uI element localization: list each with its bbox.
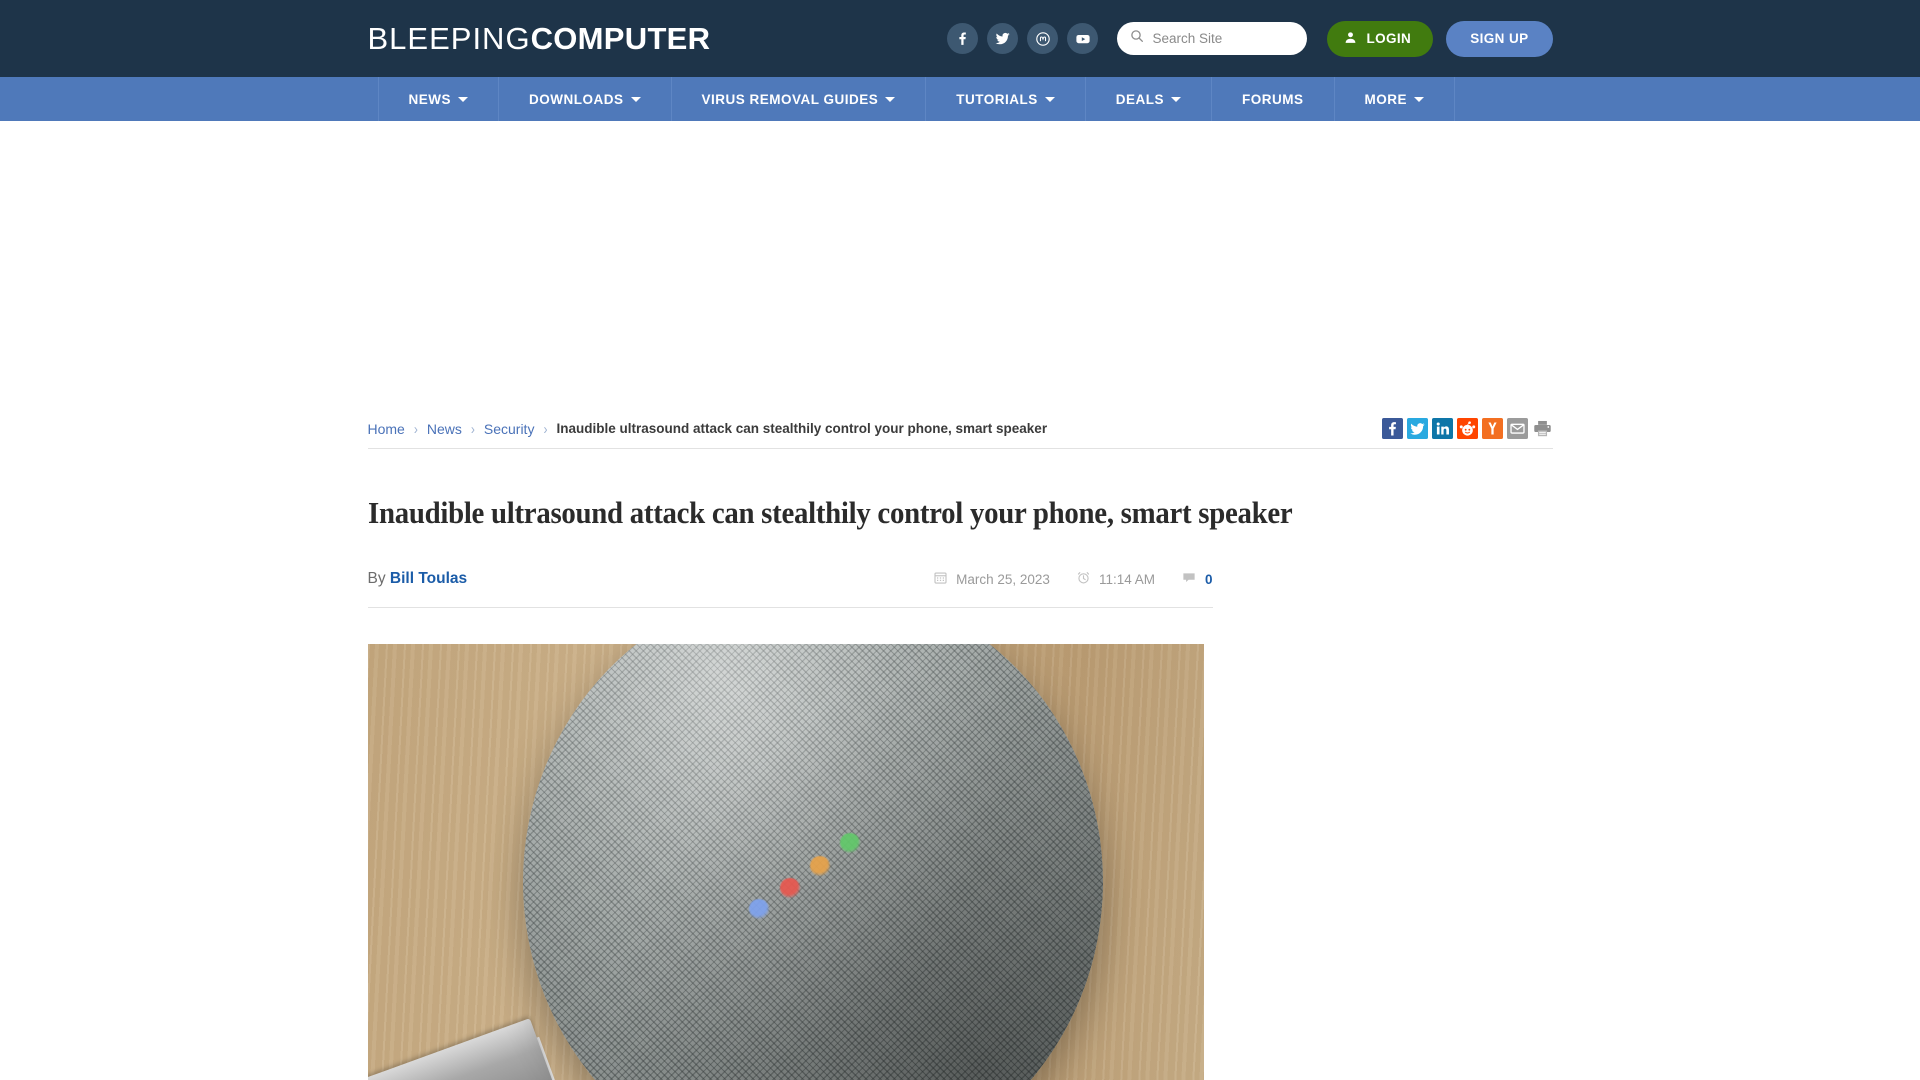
user-icon <box>1343 30 1358 48</box>
breadcrumb-link-news[interactable]: News <box>427 421 462 437</box>
social-links <box>947 23 1099 54</box>
nav-item-forums[interactable]: FORUMS <box>1211 77 1334 121</box>
breadcrumb-link-security[interactable]: Security <box>484 421 535 437</box>
nav-item-label: FORUMS <box>1242 91 1304 107</box>
signup-button[interactable]: SIGN UP <box>1446 20 1553 57</box>
publish-date-text: March 25, 2023 <box>956 571 1050 587</box>
nav-item-label: TUTORIALS <box>956 91 1038 107</box>
facebook-icon[interactable] <box>947 23 979 54</box>
login-button[interactable]: LOGIN <box>1327 20 1434 57</box>
nav-item-label: DOWNLOADS <box>529 91 624 107</box>
page-title: Inaudible ultrasound attack can stealthi… <box>367 495 1293 530</box>
publish-time-text: 11:14 AM <box>1098 571 1155 587</box>
comment-count[interactable]: 0 <box>1181 570 1213 588</box>
mastodon-icon[interactable] <box>1027 23 1059 54</box>
nav-item-tutorials[interactable]: TUTORIALS <box>925 77 1085 121</box>
speaker-led-2 <box>779 878 800 898</box>
share-hackernews-icon[interactable] <box>1481 418 1503 439</box>
advertisement-slot <box>0 121 1920 411</box>
nav-item-downloads[interactable]: DOWNLOADS <box>498 77 671 121</box>
speaker-led-0 <box>839 833 860 853</box>
site-logo[interactable]: BLEEPINGCOMPUTER <box>368 21 711 57</box>
youtube-icon[interactable] <box>1067 23 1099 54</box>
share-email-icon[interactable] <box>1506 418 1528 439</box>
byline-prefix: By <box>367 570 386 587</box>
article-byline-row: By Bill Toulas March 25, 2023 11:14 AM 0 <box>367 570 1213 608</box>
breadcrumb-link-home[interactable]: Home <box>368 421 405 437</box>
signup-button-label: SIGN UP <box>1470 31 1529 46</box>
chevron-down-icon <box>1171 96 1182 102</box>
breadcrumb-separator: › <box>470 419 475 438</box>
breadcrumb-separator: › <box>413 419 418 438</box>
nav-item-label: VIRUS REMOVAL GUIDES <box>701 91 879 107</box>
nav-item-deals[interactable]: DEALS <box>1084 77 1211 121</box>
share-reddit-icon[interactable] <box>1456 418 1478 439</box>
search-box[interactable] <box>1117 22 1308 55</box>
logo-text-bold: COMPUTER <box>530 20 711 56</box>
calendar-icon <box>933 570 948 588</box>
article-meta: March 25, 2023 11:14 AM 0 <box>933 570 1213 588</box>
clock-icon <box>1076 570 1091 588</box>
search-input[interactable] <box>1152 31 1296 46</box>
byline: By Bill Toulas <box>368 570 468 588</box>
nav-item-label: DEALS <box>1115 91 1165 107</box>
breadcrumb: Home › News › Security › Inaudible ultrasound … <box>368 419 1048 438</box>
nav-item-more[interactable]: MORE <box>1333 77 1456 121</box>
chevron-down-icon <box>458 96 468 102</box>
logo-text-light: BLEEPING <box>367 20 531 56</box>
nav-item-news[interactable]: NEWS <box>377 77 499 121</box>
share-buttons <box>1381 418 1553 439</box>
nav-item-virus-removal-guides[interactable]: VIRUS REMOVAL GUIDES <box>670 77 926 121</box>
breadcrumb-separator: › <box>543 419 548 438</box>
comment-icon <box>1181 570 1197 588</box>
publish-time: 11:14 AM <box>1076 570 1155 588</box>
chevron-down-icon <box>885 96 896 102</box>
nav-item-label: MORE <box>1364 91 1408 107</box>
breadcrumb-row: Home › News › Security › Inaudible ultrasound … <box>367 411 1553 449</box>
speaker-led-1 <box>809 856 830 876</box>
publish-date: March 25, 2023 <box>933 570 1050 588</box>
article-hero-image <box>367 644 1204 1080</box>
share-print-icon[interactable] <box>1532 418 1553 439</box>
article-container: Home › News › Security › Inaudible ultrasound … <box>367 411 1553 1080</box>
page-root: BLEEPINGCOMPUTER Search Site LOGIN SIGN … <box>0 0 1920 1080</box>
share-twitter-icon[interactable] <box>1406 418 1428 439</box>
speaker-led-3 <box>748 899 769 919</box>
chevron-down-icon <box>630 96 641 102</box>
comment-count-text[interactable]: 0 <box>1205 572 1213 587</box>
share-facebook-icon[interactable] <box>1381 418 1403 439</box>
chevron-down-icon <box>1044 96 1055 102</box>
header-right-group: LOGIN SIGN UP <box>947 20 1553 57</box>
author-link[interactable]: Bill Toulas <box>390 570 467 587</box>
breadcrumb-current: Inaudible ultrasound attack can stealthi… <box>556 421 1048 436</box>
twitter-icon[interactable] <box>987 23 1019 54</box>
login-button-label: LOGIN <box>1366 31 1412 46</box>
search-icon <box>1129 28 1145 49</box>
chevron-down-icon <box>1414 96 1425 102</box>
site-header: BLEEPINGCOMPUTER Search Site LOGIN SIGN … <box>0 0 1920 77</box>
share-linkedin-icon[interactable] <box>1431 418 1453 439</box>
main-navigation: NEWS DOWNLOADS VIRUS REMOVAL GUIDES TUTORIA… <box>0 77 1920 121</box>
nav-item-label: NEWS <box>408 91 451 107</box>
